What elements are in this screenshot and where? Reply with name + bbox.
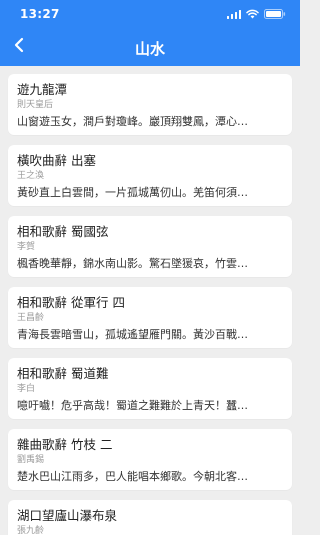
status-icons xyxy=(226,9,287,19)
battery-icon xyxy=(264,9,286,19)
list-item[interactable]: 雜曲歌辭 竹枝 二 劉禹錫 楚水巴山江雨多，巴人能唱本鄉歌。今朝北客… xyxy=(8,429,292,490)
poem-excerpt: 楚水巴山江雨多，巴人能唱本鄉歌。今朝北客… xyxy=(17,470,248,483)
nav-bar: 山水 xyxy=(0,28,300,66)
poem-author: 王昌齡 xyxy=(17,313,45,323)
page-title: 山水 xyxy=(134,40,165,58)
poem-title: 雜曲歌辭 竹枝 二 xyxy=(17,437,113,452)
poem-title: 相和歌辭 蜀道難 xyxy=(17,366,109,381)
list-item[interactable]: 遊九龍潭 則天皇后 山窗遊玉女，澗戶對瓊峰。巖頂翔雙鳳，潭心… xyxy=(8,74,292,135)
list-item[interactable]: 相和歌辭 從軍行 四 王昌齡 青海長雲暗雪山，孤城遙望雁門關。黃沙百戰… xyxy=(8,287,292,348)
wifi-icon xyxy=(246,9,259,19)
poem-author: 則天皇后 xyxy=(17,100,54,110)
poem-excerpt: 青海長雲暗雪山，孤城遙望雁門關。黃沙百戰… xyxy=(17,328,248,341)
status-bar: 13:27 xyxy=(0,0,300,28)
cellular-signal-icon xyxy=(226,9,241,19)
poem-author: 張九齡 xyxy=(17,526,45,535)
poem-author: 李賀 xyxy=(17,242,36,252)
poem-title: 橫吹曲辭 出塞 xyxy=(17,153,96,168)
poem-list[interactable]: 遊九龍潭 則天皇后 山窗遊玉女，澗戶對瓊峰。巖頂翔雙鳳，潭心… 橫吹曲辭 出塞 … xyxy=(0,66,300,535)
poem-excerpt: 黃砂直上白雲間，一片孤城萬仞山。羌笛何須… xyxy=(17,186,248,199)
poem-author: 李白 xyxy=(17,384,36,394)
poem-title: 相和歌辭 蜀國弦 xyxy=(17,224,109,239)
list-item[interactable]: 橫吹曲辭 出塞 王之渙 黃砂直上白雲間，一片孤城萬仞山。羌笛何須… xyxy=(8,145,292,206)
app-header: 13:27 山水 xyxy=(0,0,300,66)
poem-title: 相和歌辭 從軍行 四 xyxy=(17,295,125,310)
status-time: 13:27 xyxy=(20,7,60,21)
poem-excerpt: 噫吁嚱！危乎高哉！蜀道之難難於上青天！蠶… xyxy=(17,399,248,412)
list-item[interactable]: 湖口望廬山瀑布泉 張九齡 xyxy=(8,500,292,535)
poem-author: 王之渙 xyxy=(17,171,45,181)
list-item[interactable]: 相和歌辭 蜀道難 李白 噫吁嚱！危乎高哉！蜀道之難難於上青天！蠶… xyxy=(8,358,292,419)
list-item[interactable]: 相和歌辭 蜀國弦 李賀 楓香晚華靜，錦水南山影。驚石墜猨哀，竹雲… xyxy=(8,216,292,277)
poem-title: 遊九龍潭 xyxy=(17,82,68,97)
poem-author: 劉禹錫 xyxy=(17,455,45,465)
poem-title: 湖口望廬山瀑布泉 xyxy=(17,508,118,523)
poem-excerpt: 楓香晚華靜，錦水南山影。驚石墜猨哀，竹雲… xyxy=(17,257,248,270)
poem-excerpt: 山窗遊玉女，澗戶對瓊峰。巖頂翔雙鳳，潭心… xyxy=(17,115,248,128)
